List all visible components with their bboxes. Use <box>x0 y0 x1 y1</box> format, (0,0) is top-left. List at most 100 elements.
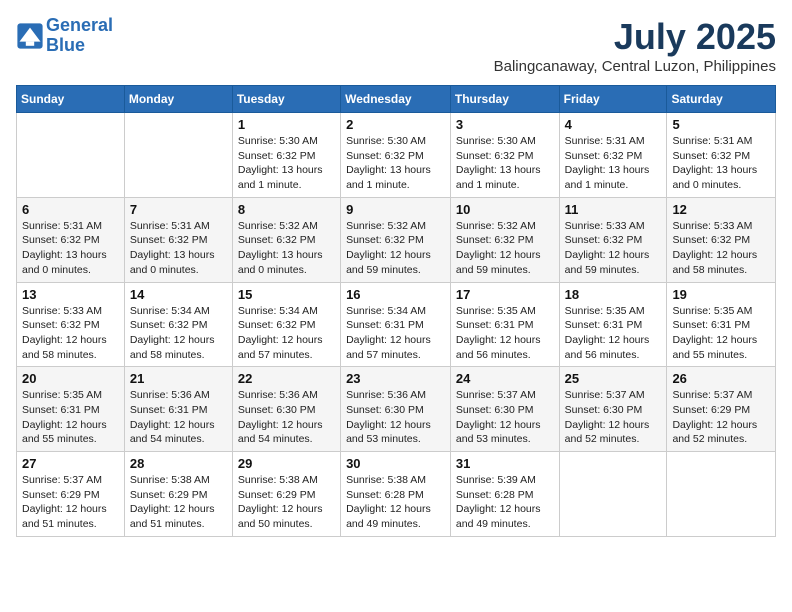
calendar-cell: 25 Sunrise: 5:37 AM Sunset: 6:30 PM Dayli… <box>559 367 667 452</box>
calendar-cell: 19 Sunrise: 5:35 AM Sunset: 6:31 PM Dayli… <box>667 282 776 367</box>
month-title: July 2025 <box>494 16 776 58</box>
calendar-week-row: 20 Sunrise: 5:35 AM Sunset: 6:31 PM Dayli… <box>17 367 776 452</box>
day-info: Sunrise: 5:31 AM Sunset: 6:32 PM Dayligh… <box>565 134 662 193</box>
day-number: 20 <box>22 371 119 386</box>
day-number: 26 <box>672 371 770 386</box>
day-info: Sunrise: 5:39 AM Sunset: 6:28 PM Dayligh… <box>456 473 554 532</box>
calendar-week-row: 27 Sunrise: 5:37 AM Sunset: 6:29 PM Dayli… <box>17 452 776 537</box>
day-info: Sunrise: 5:35 AM Sunset: 6:31 PM Dayligh… <box>565 304 662 363</box>
calendar-cell <box>667 452 776 537</box>
day-info: Sunrise: 5:33 AM Sunset: 6:32 PM Dayligh… <box>22 304 119 363</box>
day-info: Sunrise: 5:37 AM Sunset: 6:30 PM Dayligh… <box>456 388 554 447</box>
day-info: Sunrise: 5:34 AM Sunset: 6:32 PM Dayligh… <box>238 304 335 363</box>
calendar-cell: 1 Sunrise: 5:30 AM Sunset: 6:32 PM Daylig… <box>232 113 340 198</box>
location-title: Balingcanaway, Central Luzon, Philippine… <box>494 58 776 75</box>
calendar-week-row: 6 Sunrise: 5:31 AM Sunset: 6:32 PM Daylig… <box>17 197 776 282</box>
day-info: Sunrise: 5:32 AM Sunset: 6:32 PM Dayligh… <box>238 219 335 278</box>
day-info: Sunrise: 5:36 AM Sunset: 6:30 PM Dayligh… <box>346 388 445 447</box>
logo-icon <box>16 22 44 50</box>
day-number: 1 <box>238 117 335 132</box>
calendar-cell: 13Sunrise: 5:33 AM Sunset: 6:32 PM Dayli… <box>17 282 125 367</box>
day-number: 25 <box>565 371 662 386</box>
day-number: 31 <box>456 456 554 471</box>
calendar-cell: 16 Sunrise: 5:34 AM Sunset: 6:31 PM Dayli… <box>341 282 451 367</box>
logo-line1: General <box>46 15 113 35</box>
calendar-cell: 26Sunrise: 5:37 AM Sunset: 6:29 PM Dayli… <box>667 367 776 452</box>
day-info: Sunrise: 5:36 AM Sunset: 6:30 PM Dayligh… <box>238 388 335 447</box>
day-info: Sunrise: 5:30 AM Sunset: 6:32 PM Dayligh… <box>238 134 335 193</box>
calendar-header-row: SundayMondayTuesdayWednesdayThursdayFrid… <box>17 86 776 113</box>
day-info: Sunrise: 5:35 AM Sunset: 6:31 PM Dayligh… <box>22 388 119 447</box>
calendar-cell: 11Sunrise: 5:33 AM Sunset: 6:32 PM Dayli… <box>559 197 667 282</box>
day-info: Sunrise: 5:38 AM Sunset: 6:28 PM Dayligh… <box>346 473 445 532</box>
calendar-cell: 29 Sunrise: 5:38 AM Sunset: 6:29 PM Dayli… <box>232 452 340 537</box>
page-header: General Blue July 2025 Balingcanaway, Ce… <box>16 16 776 75</box>
day-number: 6 <box>22 202 119 217</box>
calendar-week-row: 1 Sunrise: 5:30 AM Sunset: 6:32 PM Daylig… <box>17 113 776 198</box>
day-number: 7 <box>130 202 227 217</box>
calendar-cell: 23 Sunrise: 5:36 AM Sunset: 6:30 PM Dayli… <box>341 367 451 452</box>
day-number: 3 <box>456 117 554 132</box>
calendar-week-row: 13Sunrise: 5:33 AM Sunset: 6:32 PM Dayli… <box>17 282 776 367</box>
calendar-cell: 6 Sunrise: 5:31 AM Sunset: 6:32 PM Daylig… <box>17 197 125 282</box>
calendar-cell: 5 Sunrise: 5:31 AM Sunset: 6:32 PM Daylig… <box>667 113 776 198</box>
day-info: Sunrise: 5:30 AM Sunset: 6:32 PM Dayligh… <box>346 134 445 193</box>
calendar-cell: 14 Sunrise: 5:34 AM Sunset: 6:32 PM Dayli… <box>124 282 232 367</box>
day-number: 4 <box>565 117 662 132</box>
calendar-table: SundayMondayTuesdayWednesdayThursdayFrid… <box>16 85 776 537</box>
day-number: 9 <box>346 202 445 217</box>
day-number: 23 <box>346 371 445 386</box>
day-info: Sunrise: 5:33 AM Sunset: 6:32 PM Dayligh… <box>565 219 662 278</box>
day-number: 19 <box>672 287 770 302</box>
day-number: 24 <box>456 371 554 386</box>
day-number: 30 <box>346 456 445 471</box>
day-info: Sunrise: 5:31 AM Sunset: 6:32 PM Dayligh… <box>672 134 770 193</box>
calendar-cell: 9 Sunrise: 5:32 AM Sunset: 6:32 PM Daylig… <box>341 197 451 282</box>
logo: General Blue <box>16 16 113 56</box>
calendar-cell <box>124 113 232 198</box>
day-info: Sunrise: 5:37 AM Sunset: 6:29 PM Dayligh… <box>22 473 119 532</box>
day-number: 14 <box>130 287 227 302</box>
day-number: 5 <box>672 117 770 132</box>
day-number: 22 <box>238 371 335 386</box>
day-info: Sunrise: 5:34 AM Sunset: 6:32 PM Dayligh… <box>130 304 227 363</box>
calendar-cell: 22 Sunrise: 5:36 AM Sunset: 6:30 PM Dayli… <box>232 367 340 452</box>
day-info: Sunrise: 5:32 AM Sunset: 6:32 PM Dayligh… <box>346 219 445 278</box>
calendar-cell: 3Sunrise: 5:30 AM Sunset: 6:32 PM Daylig… <box>450 113 559 198</box>
calendar-cell: 4 Sunrise: 5:31 AM Sunset: 6:32 PM Daylig… <box>559 113 667 198</box>
day-info: Sunrise: 5:37 AM Sunset: 6:30 PM Dayligh… <box>565 388 662 447</box>
calendar-cell: 20 Sunrise: 5:35 AM Sunset: 6:31 PM Dayli… <box>17 367 125 452</box>
calendar-cell: 10Sunrise: 5:32 AM Sunset: 6:32 PM Dayli… <box>450 197 559 282</box>
weekday-header-sunday: Sunday <box>17 86 125 113</box>
day-info: Sunrise: 5:34 AM Sunset: 6:31 PM Dayligh… <box>346 304 445 363</box>
calendar-cell: 27 Sunrise: 5:37 AM Sunset: 6:29 PM Dayli… <box>17 452 125 537</box>
day-info: Sunrise: 5:35 AM Sunset: 6:31 PM Dayligh… <box>456 304 554 363</box>
day-info: Sunrise: 5:32 AM Sunset: 6:32 PM Dayligh… <box>456 219 554 278</box>
day-info: Sunrise: 5:35 AM Sunset: 6:31 PM Dayligh… <box>672 304 770 363</box>
calendar-cell: 8 Sunrise: 5:32 AM Sunset: 6:32 PM Daylig… <box>232 197 340 282</box>
day-number: 21 <box>130 371 227 386</box>
logo-name: General Blue <box>46 16 113 56</box>
weekday-header-tuesday: Tuesday <box>232 86 340 113</box>
day-number: 29 <box>238 456 335 471</box>
calendar-cell: 12Sunrise: 5:33 AM Sunset: 6:32 PM Dayli… <box>667 197 776 282</box>
calendar-cell: 28Sunrise: 5:38 AM Sunset: 6:29 PM Dayli… <box>124 452 232 537</box>
calendar-cell: 21 Sunrise: 5:36 AM Sunset: 6:31 PM Dayli… <box>124 367 232 452</box>
weekday-header-thursday: Thursday <box>450 86 559 113</box>
calendar-cell: 17Sunrise: 5:35 AM Sunset: 6:31 PM Dayli… <box>450 282 559 367</box>
calendar-cell: 2Sunrise: 5:30 AM Sunset: 6:32 PM Daylig… <box>341 113 451 198</box>
day-info: Sunrise: 5:36 AM Sunset: 6:31 PM Dayligh… <box>130 388 227 447</box>
calendar-cell: 18 Sunrise: 5:35 AM Sunset: 6:31 PM Dayli… <box>559 282 667 367</box>
weekday-header-saturday: Saturday <box>667 86 776 113</box>
day-number: 12 <box>672 202 770 217</box>
day-number: 8 <box>238 202 335 217</box>
calendar-cell <box>17 113 125 198</box>
calendar-cell <box>559 452 667 537</box>
day-info: Sunrise: 5:31 AM Sunset: 6:32 PM Dayligh… <box>22 219 119 278</box>
day-info: Sunrise: 5:38 AM Sunset: 6:29 PM Dayligh… <box>238 473 335 532</box>
calendar-cell: 31 Sunrise: 5:39 AM Sunset: 6:28 PM Dayli… <box>450 452 559 537</box>
weekday-header-wednesday: Wednesday <box>341 86 451 113</box>
day-number: 18 <box>565 287 662 302</box>
day-number: 16 <box>346 287 445 302</box>
day-number: 27 <box>22 456 119 471</box>
